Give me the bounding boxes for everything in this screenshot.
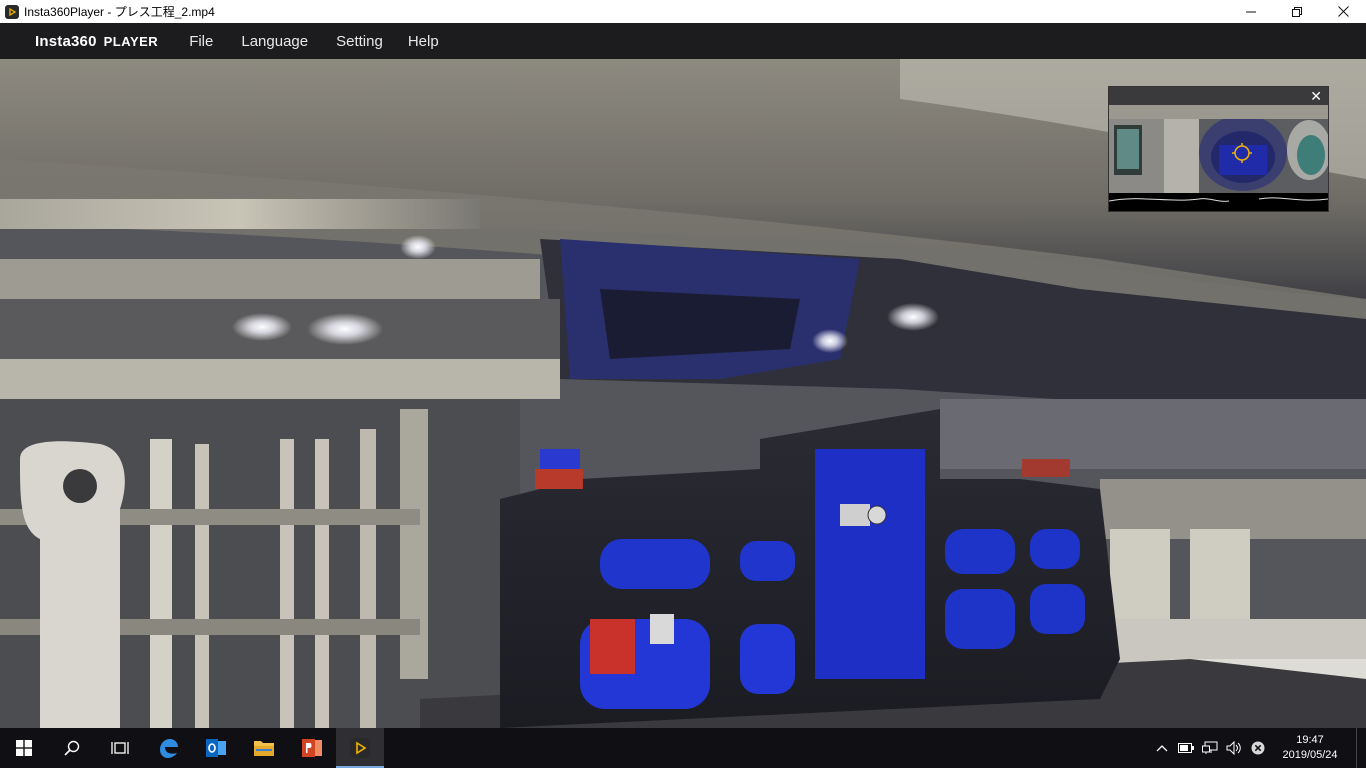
system-tray: 19:47 2019/05/24 bbox=[1150, 728, 1366, 768]
brand-name: Insta360 bbox=[35, 32, 97, 50]
minimize-icon bbox=[1246, 11, 1256, 12]
window-title: Insta360Player - プレス工程_2.mp4 bbox=[24, 5, 215, 19]
search-icon bbox=[64, 740, 80, 756]
start-button[interactable] bbox=[0, 728, 48, 768]
edge-icon bbox=[160, 739, 178, 758]
taskbar-insta360-player[interactable] bbox=[336, 728, 384, 768]
volume-icon bbox=[1226, 741, 1241, 755]
minimap-panorama[interactable] bbox=[1109, 105, 1328, 193]
close-circle-icon bbox=[1251, 741, 1265, 755]
clock-date: 2019/05/24 bbox=[1282, 749, 1338, 761]
restore-icon bbox=[1292, 6, 1302, 17]
brand-logo: Insta360 PLAYER bbox=[35, 33, 158, 50]
battery-icon bbox=[1178, 743, 1194, 753]
chevron-up-icon bbox=[1156, 745, 1168, 752]
minimap-header: ✕ bbox=[1109, 87, 1328, 105]
outlook-icon bbox=[206, 739, 226, 757]
app-logo-icon bbox=[5, 4, 19, 19]
taskbar-file-explorer[interactable] bbox=[240, 728, 288, 768]
taskbar-clock[interactable]: 19:47 2019/05/24 bbox=[1270, 733, 1350, 763]
tray-notification-status[interactable] bbox=[1246, 728, 1270, 768]
clock-time: 19:47 bbox=[1296, 734, 1324, 746]
close-button[interactable] bbox=[1320, 0, 1366, 23]
tray-network[interactable] bbox=[1198, 728, 1222, 768]
tray-overflow-button[interactable] bbox=[1150, 728, 1174, 768]
menu-language[interactable]: Language bbox=[241, 33, 308, 50]
menu-setting[interactable]: Setting bbox=[336, 33, 383, 50]
file-explorer-icon bbox=[254, 741, 274, 756]
taskbar-outlook[interactable] bbox=[192, 728, 240, 768]
powerpoint-icon bbox=[302, 739, 322, 757]
task-view-button[interactable] bbox=[96, 728, 144, 768]
minimap-footer bbox=[1108, 193, 1329, 211]
taskbar-powerpoint[interactable] bbox=[288, 728, 336, 768]
task-view-icon bbox=[111, 742, 129, 754]
tray-battery[interactable] bbox=[1174, 728, 1198, 768]
brand-subtitle: PLAYER bbox=[103, 33, 159, 49]
panorama-thumbnail bbox=[1109, 105, 1328, 193]
search-button[interactable] bbox=[48, 728, 96, 768]
title-bar: Insta360Player - プレス工程_2.mp4 bbox=[0, 0, 1366, 23]
show-desktop-button[interactable] bbox=[1356, 728, 1366, 768]
insta360-player-icon bbox=[350, 738, 370, 758]
close-icon bbox=[1337, 6, 1349, 17]
minimap-panel[interactable]: ✕ bbox=[1108, 86, 1329, 212]
network-icon bbox=[1202, 741, 1218, 754]
windows-taskbar: 19:47 2019/05/24 bbox=[0, 728, 1366, 768]
maximize-button[interactable] bbox=[1274, 0, 1320, 23]
minimize-button[interactable] bbox=[1228, 0, 1274, 23]
minimap-close-button[interactable]: ✕ bbox=[1310, 88, 1322, 104]
menu-bar: Insta360 PLAYER File Language Setting He… bbox=[0, 23, 1366, 59]
windows-start-icon bbox=[16, 740, 32, 756]
tray-volume[interactable] bbox=[1222, 728, 1246, 768]
menu-help[interactable]: Help bbox=[408, 33, 439, 50]
menu-file[interactable]: File bbox=[189, 33, 213, 50]
taskbar-edge[interactable] bbox=[144, 728, 192, 768]
